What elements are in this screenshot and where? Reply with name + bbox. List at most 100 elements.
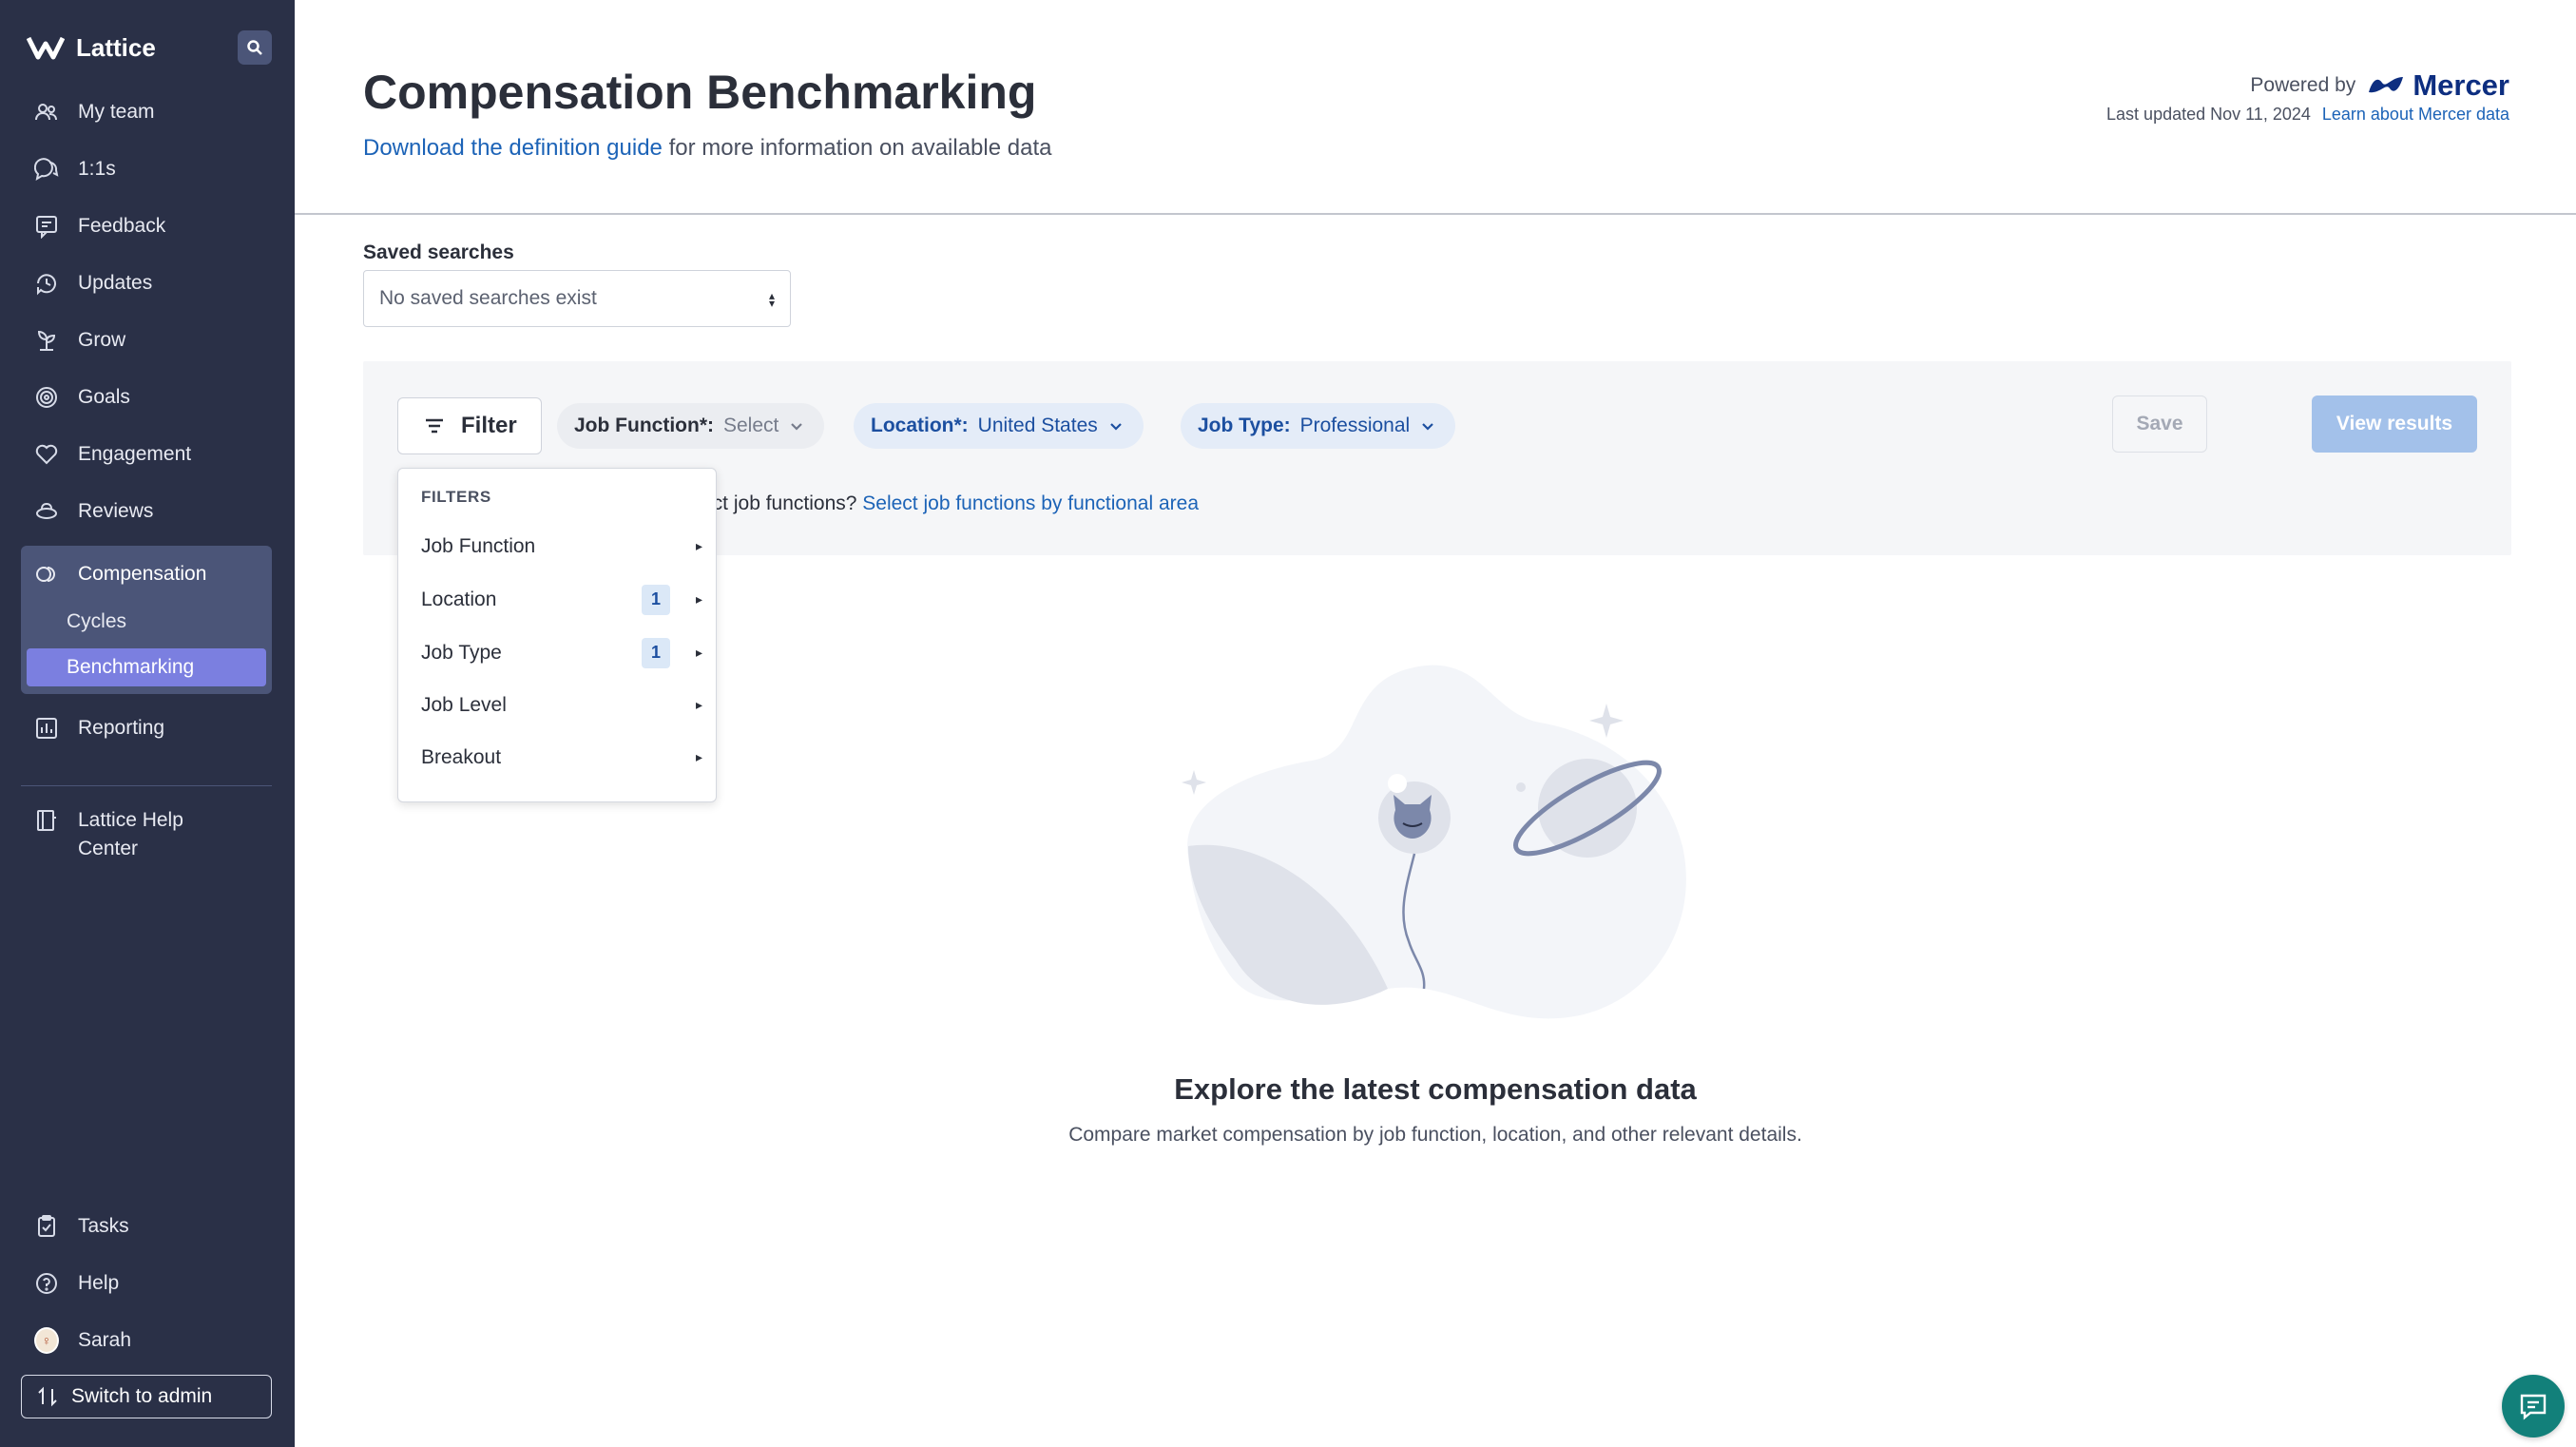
mercer-logo-text: Mercer (2413, 68, 2509, 102)
view-results-button[interactable]: View results (2312, 396, 2477, 453)
menu-item-label: Job Type (421, 641, 502, 664)
chip-value: Professional (1299, 415, 1411, 436)
sidebar-item-label: Goals (78, 386, 130, 408)
chip-value: United States (977, 415, 1098, 436)
astronaut-cat-illustration (1182, 665, 1686, 1019)
menu-heading: FILTERS (421, 488, 491, 506)
chip-location[interactable]: Location*: United States (854, 403, 1144, 449)
page-subtitle: Download the definition guide for more i… (363, 135, 1051, 162)
powered-by-label: Powered by (2250, 74, 2356, 96)
sidebar-nav: My team 1:1s Feedback Updates Grow Goals… (0, 84, 295, 540)
sidebar-item-label: 1:1s (78, 158, 116, 180)
chevron-down-icon (1109, 423, 1122, 431)
sidebar-group-compensation: Compensation Cycles Benchmarking (21, 546, 272, 694)
menu-item-breakout[interactable]: Breakout ▸ (398, 731, 718, 783)
sidebar-subitem-cycles[interactable]: Cycles (27, 603, 266, 641)
sidebar-item-updates[interactable]: Updates (0, 255, 295, 312)
sidebar-item-my-team[interactable]: My team (0, 84, 295, 141)
saved-searches-label: Saved searches (363, 241, 514, 263)
page-title: Compensation Benchmarking (363, 66, 1037, 119)
chip-key: Job Type: (1198, 415, 1291, 436)
help-circle-icon (36, 1273, 57, 1294)
menu-item-location[interactable]: Location 1 ▸ (398, 573, 718, 626)
chip-job-type[interactable]: Job Type: Professional (1181, 403, 1456, 449)
functional-area-hint: ect job functions? Select job functions … (702, 492, 1199, 515)
count-badge: 1 (642, 584, 670, 615)
search-icon (247, 40, 262, 55)
sidebar-subitem-benchmarking[interactable]: Benchmarking (27, 648, 266, 686)
clipboard-check-icon (38, 1215, 55, 1237)
saved-searches-select[interactable]: No saved searches exist ▴ ▾ (363, 270, 791, 327)
sidebar-item-label: Grow (78, 329, 126, 351)
sidebar-item-1on1s[interactable]: 1:1s (0, 141, 295, 198)
chevron-down-icon (791, 423, 803, 431)
compensation-icon (36, 567, 55, 582)
chip-value: Select (722, 415, 779, 436)
sidebar-item-user[interactable]: ♀ Sarah (0, 1312, 295, 1369)
menu-item-label: Job Function (421, 534, 536, 557)
functional-area-link[interactable]: Select job functions by functional area (862, 492, 1199, 514)
caret-right-icon: ▸ (695, 697, 702, 712)
caret-right-icon: ▸ (695, 749, 702, 764)
switch-to-admin-button[interactable]: Switch to admin (21, 1375, 272, 1418)
sidebar-item-label: Compensation (78, 563, 207, 585)
sidebar-item-engagement[interactable]: Engagement (0, 426, 295, 483)
chat-icon (2520, 1394, 2547, 1420)
sidebar-item-label: Feedback (78, 215, 166, 237)
sidebar-search-button[interactable] (238, 30, 272, 65)
empty-state-title: Explore the latest compensation data (1174, 1072, 1697, 1106)
help-center-label-line1: Lattice Help (78, 809, 183, 831)
sidebar-item-label: Engagement (78, 443, 192, 465)
sidebar-item-reporting[interactable]: Reporting (0, 700, 295, 757)
updates-icon (37, 274, 56, 296)
menu-item-job-level[interactable]: Job Level ▸ (398, 679, 718, 731)
target-icon (36, 387, 57, 408)
chip-job-function[interactable]: Job Function*: Select (557, 403, 825, 449)
avatar: ♀ (34, 1327, 59, 1354)
caret-right-icon: ▸ (695, 538, 702, 553)
caret-right-icon: ▸ (695, 645, 702, 660)
header-divider (295, 213, 2576, 215)
feedback-icon (36, 216, 57, 239)
sidebar-user-name: Sarah (78, 1329, 132, 1351)
chevron-down-icon (1422, 423, 1433, 431)
saved-searches-value: No saved searches exist (379, 287, 597, 309)
filter-button[interactable]: Filter (397, 397, 542, 454)
sprout-icon (37, 330, 56, 351)
sidebar-item-feedback[interactable]: Feedback (0, 198, 295, 255)
definition-guide-link[interactable]: Download the definition guide (363, 135, 663, 161)
sidebar-item-label: Help (78, 1272, 120, 1294)
lattice-logo-icon (27, 36, 65, 60)
sidebar-item-goals[interactable]: Goals (0, 369, 295, 426)
mercer-logo-icon (2369, 77, 2404, 93)
menu-item-label: Location (421, 588, 497, 610)
sidebar-item-label: Reporting (78, 717, 165, 739)
brand[interactable]: Lattice (27, 29, 156, 67)
learn-mercer-link[interactable]: Learn about Mercer data (2322, 105, 2509, 125)
sidebar-item-help-center[interactable]: Lattice Help Center (34, 806, 183, 863)
chat-launcher-button[interactable] (2502, 1375, 2565, 1437)
sidebar-item-help[interactable]: Help (0, 1255, 295, 1312)
hint-text: ect job functions? (702, 492, 863, 514)
switch-admin-label: Switch to admin (71, 1385, 213, 1407)
last-updated-text: Last updated Nov 11, 2024 (2106, 105, 2311, 124)
mercer-logo: Mercer (2367, 68, 2509, 103)
chat-bubbles-icon (34, 158, 59, 182)
sidebar-item-tasks[interactable]: Tasks (0, 1198, 295, 1255)
book-icon (37, 810, 56, 831)
menu-item-job-function[interactable]: Job Function ▸ (398, 520, 718, 572)
caret-right-icon: ▸ (695, 591, 702, 607)
count-badge: 1 (642, 637, 670, 668)
filter-button-label: Filter (461, 413, 517, 438)
sidebar-item-grow[interactable]: Grow (0, 312, 295, 369)
sidebar-item-compensation[interactable]: Compensation (21, 546, 272, 603)
sidebar-item-reviews[interactable]: Reviews (0, 483, 295, 540)
save-button[interactable]: Save (2112, 396, 2207, 453)
switch-arrows-icon (38, 1386, 57, 1407)
sidebar-item-label: My team (78, 101, 155, 123)
sidebar-item-label: Reviews (78, 500, 154, 522)
menu-item-job-type[interactable]: Job Type 1 ▸ (398, 627, 718, 679)
select-arrows-icon: ▴ ▾ (768, 289, 775, 310)
chip-key: Location*: (871, 415, 969, 436)
menu-item-label: Job Level (421, 693, 507, 716)
